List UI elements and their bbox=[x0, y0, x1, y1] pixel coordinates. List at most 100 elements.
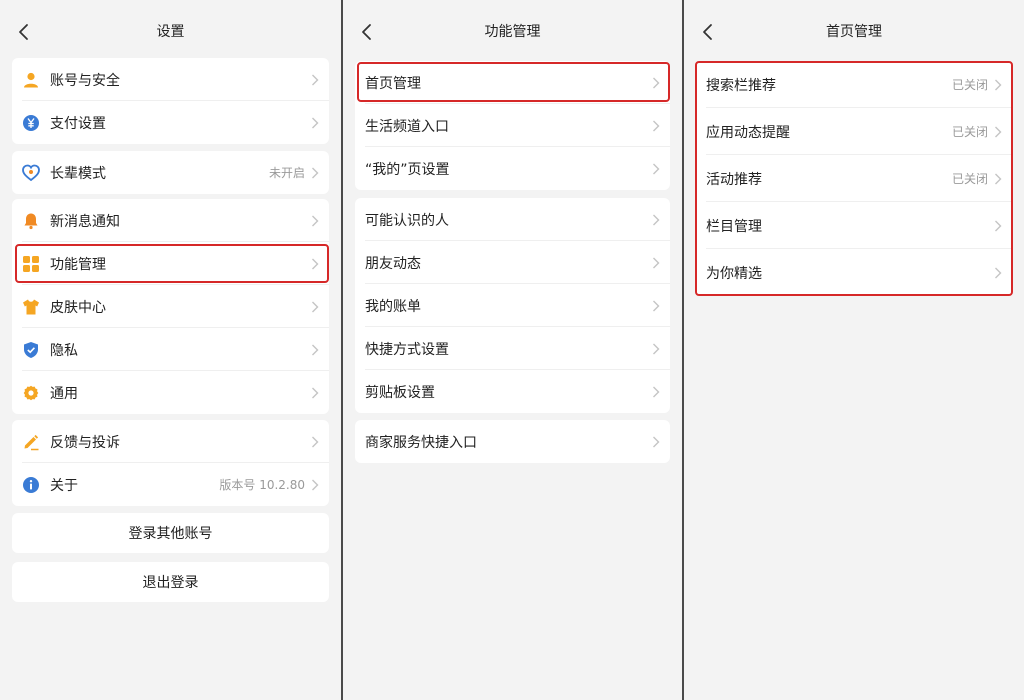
chevron-right-icon bbox=[311, 74, 319, 86]
feature-item-label: 首页管理 bbox=[365, 73, 421, 93]
feature-item-label: 生活频道入口 bbox=[365, 116, 449, 136]
settings-group-about: 反馈与投诉 关于 版本号 10.2.80 bbox=[12, 420, 329, 506]
settings-item-label: 关于 bbox=[50, 475, 78, 495]
settings-item-label: 支付设置 bbox=[50, 113, 106, 133]
logout-button[interactable]: 退出登录 bbox=[12, 562, 329, 602]
settings-group-elder: 长辈模式 未开启 bbox=[12, 151, 329, 194]
settings-item-label: 账号与安全 bbox=[50, 70, 120, 90]
settings-group-general: 新消息通知 功能管理 皮肤中心 隐私 bbox=[12, 199, 329, 414]
nav-bar: 功能管理 bbox=[343, 0, 682, 64]
home-item-column-management[interactable]: 栏目管理 bbox=[696, 202, 1012, 249]
home-item-label: 为你精选 bbox=[706, 263, 762, 283]
chevron-right-icon bbox=[652, 436, 660, 448]
feature-group-home: 首页管理 生活频道入口 “我的”页设置 bbox=[355, 61, 670, 190]
feature-item-shortcut-settings[interactable]: 快捷方式设置 bbox=[355, 327, 670, 370]
chevron-right-icon bbox=[652, 300, 660, 312]
chevron-right-icon bbox=[311, 167, 319, 179]
chevron-right-icon bbox=[994, 126, 1002, 138]
settings-item-label: 反馈与投诉 bbox=[50, 432, 120, 452]
home-management-screen: 首页管理 搜索栏推荐 已关闭 应用动态提醒 已关闭 活动推荐 已关闭 栏目管理 … bbox=[684, 0, 1024, 700]
info-icon bbox=[22, 476, 40, 494]
home-item-label: 搜索栏推荐 bbox=[706, 75, 776, 95]
settings-item-notifications[interactable]: 新消息通知 bbox=[12, 199, 329, 242]
chevron-right-icon bbox=[652, 343, 660, 355]
shield-icon bbox=[22, 341, 40, 359]
settings-item-feedback[interactable]: 反馈与投诉 bbox=[12, 420, 329, 463]
shirt-icon bbox=[22, 298, 40, 316]
settings-item-label: 隐私 bbox=[50, 340, 78, 360]
person-icon bbox=[22, 71, 40, 89]
chevron-right-icon bbox=[994, 267, 1002, 279]
chevron-right-icon bbox=[311, 344, 319, 356]
chevron-right-icon bbox=[311, 117, 319, 129]
nav-bar: 首页管理 bbox=[684, 0, 1024, 64]
home-item-status: 已关闭 bbox=[952, 76, 988, 93]
feature-group-merchant: 商家服务快捷入口 bbox=[355, 420, 670, 463]
home-settings-group: 搜索栏推荐 已关闭 应用动态提醒 已关闭 活动推荐 已关闭 栏目管理 为你精选 bbox=[696, 61, 1012, 296]
home-item-status: 已关闭 bbox=[952, 170, 988, 187]
feature-management-screen: 功能管理 首页管理 生活频道入口 “我的”页设置 可能认识的人 朋友动态 我的账… bbox=[343, 0, 682, 700]
settings-item-elder-mode[interactable]: 长辈模式 未开启 bbox=[12, 151, 329, 194]
feature-group-social: 可能认识的人 朋友动态 我的账单 快捷方式设置 剪贴板设置 bbox=[355, 198, 670, 413]
chevron-right-icon bbox=[994, 173, 1002, 185]
chevron-right-icon bbox=[652, 120, 660, 132]
gear-icon bbox=[22, 384, 40, 402]
pen-icon bbox=[22, 433, 40, 451]
page-title: 首页管理 bbox=[684, 22, 1024, 42]
chevron-right-icon bbox=[652, 77, 660, 89]
elder-mode-status: 未开启 bbox=[269, 164, 305, 181]
chevron-right-icon bbox=[311, 215, 319, 227]
feature-item-my-bills[interactable]: 我的账单 bbox=[355, 284, 670, 327]
login-other-account-button[interactable]: 登录其他账号 bbox=[12, 513, 329, 553]
home-item-label: 栏目管理 bbox=[706, 216, 762, 236]
chevron-right-icon bbox=[311, 436, 319, 448]
chevron-right-icon bbox=[311, 301, 319, 313]
feature-item-label: 商家服务快捷入口 bbox=[365, 432, 477, 452]
settings-item-label: 皮肤中心 bbox=[50, 297, 106, 317]
settings-item-label: 功能管理 bbox=[50, 254, 106, 274]
yuan-icon bbox=[22, 114, 40, 132]
feature-item-merchant-shortcut[interactable]: 商家服务快捷入口 bbox=[355, 420, 670, 463]
settings-screen: 设置 账号与安全 支付设置 长辈模式 未开 bbox=[0, 0, 341, 700]
chevron-right-icon bbox=[311, 479, 319, 491]
home-item-event-recommend[interactable]: 活动推荐 已关闭 bbox=[696, 155, 1012, 202]
home-item-search-bar-recommend[interactable]: 搜索栏推荐 已关闭 bbox=[696, 61, 1012, 108]
settings-item-skin-center[interactable]: 皮肤中心 bbox=[12, 285, 329, 328]
chevron-right-icon bbox=[311, 258, 319, 270]
heart-icon bbox=[22, 164, 40, 182]
feature-item-label: 可能认识的人 bbox=[365, 210, 449, 230]
feature-item-label: “我的”页设置 bbox=[365, 159, 450, 179]
settings-item-label: 长辈模式 bbox=[50, 163, 106, 183]
settings-item-label: 通用 bbox=[50, 383, 78, 403]
bell-icon bbox=[22, 212, 40, 230]
feature-item-clipboard-settings[interactable]: 剪贴板设置 bbox=[355, 370, 670, 413]
feature-item-life-channel[interactable]: 生活频道入口 bbox=[355, 104, 670, 147]
feature-item-people-you-may-know[interactable]: 可能认识的人 bbox=[355, 198, 670, 241]
settings-item-feature-management[interactable]: 功能管理 bbox=[12, 242, 329, 285]
grid-icon bbox=[22, 255, 40, 273]
settings-item-payment[interactable]: 支付设置 bbox=[12, 101, 329, 144]
settings-item-general[interactable]: 通用 bbox=[12, 371, 329, 414]
version-number: 版本号 10.2.80 bbox=[219, 476, 305, 493]
chevron-right-icon bbox=[994, 79, 1002, 91]
feature-item-label: 快捷方式设置 bbox=[365, 339, 449, 359]
settings-item-label: 新消息通知 bbox=[50, 211, 120, 231]
page-title: 功能管理 bbox=[343, 22, 682, 42]
settings-item-privacy[interactable]: 隐私 bbox=[12, 328, 329, 371]
home-item-label: 应用动态提醒 bbox=[706, 122, 790, 142]
settings-item-about[interactable]: 关于 版本号 10.2.80 bbox=[12, 463, 329, 506]
chevron-right-icon bbox=[652, 163, 660, 175]
chevron-right-icon bbox=[994, 220, 1002, 232]
nav-bar: 设置 bbox=[0, 0, 341, 64]
chevron-right-icon bbox=[311, 387, 319, 399]
home-item-picked-for-you[interactable]: 为你精选 bbox=[696, 249, 1012, 296]
home-item-app-activity-reminder[interactable]: 应用动态提醒 已关闭 bbox=[696, 108, 1012, 155]
settings-group-account: 账号与安全 支付设置 bbox=[12, 58, 329, 144]
feature-item-friend-feed[interactable]: 朋友动态 bbox=[355, 241, 670, 284]
settings-item-account-security[interactable]: 账号与安全 bbox=[12, 58, 329, 101]
home-item-status: 已关闭 bbox=[952, 123, 988, 140]
feature-item-home-management[interactable]: 首页管理 bbox=[355, 61, 670, 104]
feature-item-mine-page[interactable]: “我的”页设置 bbox=[355, 147, 670, 190]
feature-item-label: 剪贴板设置 bbox=[365, 382, 435, 402]
home-item-label: 活动推荐 bbox=[706, 169, 762, 189]
